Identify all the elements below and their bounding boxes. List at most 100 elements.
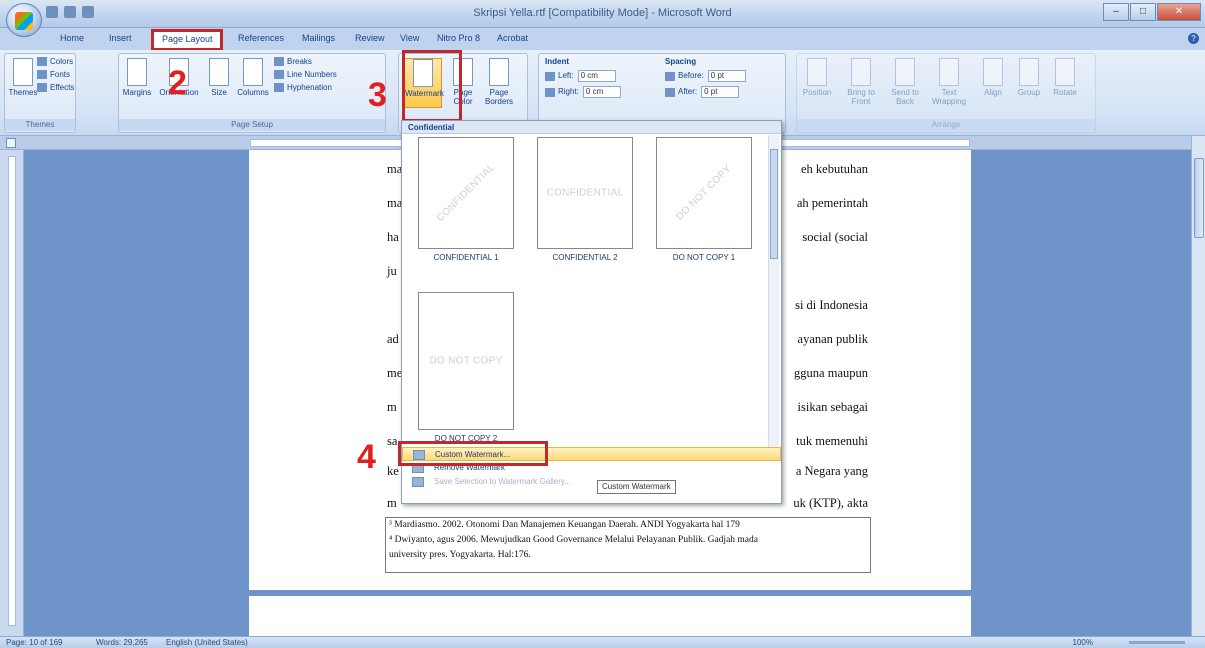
page-borders-icon xyxy=(489,58,509,86)
gallery-scroll-thumb[interactable] xyxy=(770,149,778,259)
doc-line-left: ke xyxy=(387,464,399,478)
help-icon[interactable]: ? xyxy=(1188,33,1199,44)
tab-review[interactable]: Review xyxy=(355,33,385,43)
doc-line-right: tuk memenuhi xyxy=(796,434,868,448)
columns-icon xyxy=(243,58,263,86)
tab-insert[interactable]: Insert xyxy=(109,33,132,43)
position-button[interactable]: Position xyxy=(801,58,833,97)
footnote-box: ³ Mardiasmo. 2002. Otonomi Dan Manajemen… xyxy=(385,517,871,573)
zoom-level[interactable]: 100% xyxy=(1073,638,1093,647)
spacing-label: Spacing xyxy=(665,57,697,66)
hyphenation-button[interactable]: Hyphenation xyxy=(274,83,332,93)
size-icon xyxy=(209,58,229,86)
office-button[interactable] xyxy=(6,3,42,37)
indent-left-input[interactable]: 0 cm xyxy=(577,70,616,82)
themes-icon xyxy=(13,58,33,86)
send-to-back-button[interactable]: Send to Back xyxy=(885,58,925,106)
doc-line-right: ah pemerintah xyxy=(796,196,868,210)
watermark-do-not-copy-2[interactable]: DO NOT COPY DO NOT COPY 2 xyxy=(407,292,525,443)
position-icon xyxy=(807,58,827,86)
minimize-button[interactable]: – xyxy=(1103,3,1129,21)
footnote-4: ⁴ Dwiyanto, agus 2006. Mewujudkan Good G… xyxy=(389,535,758,545)
spacing-after: After: 0 pt xyxy=(665,86,740,98)
doc-line-right: social (social xyxy=(802,230,868,244)
margins-button[interactable]: Margins xyxy=(121,58,153,97)
colors-icon xyxy=(37,57,47,67)
bring-to-front-icon xyxy=(851,58,871,86)
tab-home[interactable]: Home xyxy=(60,33,84,43)
step-4-label: 4 xyxy=(357,438,376,476)
doc-line-right: si di Indonesia xyxy=(795,298,868,312)
bring-to-front-button[interactable]: Bring to Front xyxy=(841,58,881,106)
spacing-before-input[interactable]: 0 pt xyxy=(707,70,746,82)
watermark-confidential-2[interactable]: CONFIDENTIAL CONFIDENTIAL 2 xyxy=(526,137,644,262)
text-wrapping-icon xyxy=(939,58,959,86)
save-gallery-icon xyxy=(412,477,424,487)
page-count[interactable]: Page: 10 of 169 xyxy=(6,638,63,647)
tab-mailings[interactable]: Mailings xyxy=(302,33,335,43)
gallery-scrollbar[interactable] xyxy=(768,135,779,447)
close-button[interactable]: ✕ xyxy=(1157,3,1201,21)
tab-acrobat[interactable]: Acrobat xyxy=(497,33,528,43)
rotate-button[interactable]: Rotate xyxy=(1049,58,1081,97)
doc-line-left: ju xyxy=(387,264,397,278)
breaks-button[interactable]: Breaks xyxy=(274,57,312,67)
align-icon xyxy=(983,58,1003,86)
watermark-do-not-copy-1[interactable]: DO NOT COPY DO NOT COPY 1 xyxy=(645,137,763,262)
doc-line-left: sa xyxy=(387,434,398,448)
doc-line-left: m xyxy=(387,400,397,414)
window-controls: – □ ✕ xyxy=(1103,3,1201,21)
colors-button[interactable]: Colors xyxy=(37,57,73,67)
indent-left-icon xyxy=(545,71,555,81)
status-bar: Page: 10 of 169 Words: 29,265 English (U… xyxy=(0,636,1205,648)
line-numbers-icon xyxy=(274,70,284,80)
doc-line-left: ha xyxy=(387,230,399,244)
zoom-slider[interactable] xyxy=(1129,641,1185,644)
doc-line-right: a Negara yang xyxy=(795,464,868,478)
doc-line-left: ma xyxy=(387,162,403,176)
tab-view[interactable]: View xyxy=(400,33,419,43)
footnote-4-cont: university pres. Yogyakarta. Hal:176. xyxy=(389,550,531,560)
rotate-icon xyxy=(1055,58,1075,86)
line-numbers-button[interactable]: Line Numbers xyxy=(274,70,337,80)
spacing-before-icon xyxy=(665,71,675,81)
fonts-icon xyxy=(37,70,47,80)
size-button[interactable]: Size xyxy=(203,58,235,97)
columns-button[interactable]: Columns xyxy=(237,58,269,97)
watermark-confidential-1[interactable]: CONFIDENTIAL CONFIDENTIAL 1 xyxy=(407,137,525,262)
indent-right-input[interactable]: 0 cm xyxy=(582,86,621,98)
indent-label: Indent xyxy=(545,57,569,66)
indent-left: Left: 0 cm xyxy=(545,70,616,82)
scroll-thumb[interactable] xyxy=(1194,158,1204,238)
themes-button[interactable]: Themes xyxy=(7,58,39,97)
group-button[interactable]: Group xyxy=(1013,58,1045,97)
align-button[interactable]: Align xyxy=(977,58,1009,97)
spacing-after-icon xyxy=(665,87,675,97)
tab-nitro-pro[interactable]: Nitro Pro 8 xyxy=(437,33,480,43)
text-wrapping-button[interactable]: Text Wrapping xyxy=(929,58,969,106)
next-page[interactable] xyxy=(249,596,971,636)
effects-button[interactable]: Effects xyxy=(37,83,74,93)
office-logo-icon xyxy=(15,12,33,30)
custom-watermark-highlight xyxy=(398,441,548,466)
doc-line-right: gguna maupun xyxy=(794,366,868,380)
arrange-group: Position Bring to Front Send to Back Tex… xyxy=(796,53,1096,133)
step-3-label: 3 xyxy=(368,76,387,114)
vertical-ruler[interactable] xyxy=(0,150,24,636)
group-icon xyxy=(1019,58,1039,86)
doc-line-left: me xyxy=(387,366,403,380)
tab-references[interactable]: References xyxy=(238,33,284,43)
language[interactable]: English (United States) xyxy=(166,638,248,647)
fonts-button[interactable]: Fonts xyxy=(37,70,70,80)
page-borders-button[interactable]: Page Borders xyxy=(483,58,515,106)
breaks-icon xyxy=(274,57,284,67)
spacing-after-input[interactable]: 0 pt xyxy=(701,86,740,98)
doc-line-left: ad xyxy=(387,332,399,346)
maximize-button[interactable]: □ xyxy=(1130,3,1156,21)
word-count[interactable]: Words: 29,265 xyxy=(96,638,148,647)
save-to-gallery-item: Save Selection to Watermark Gallery... xyxy=(402,475,781,489)
vertical-scrollbar[interactable] xyxy=(1191,136,1205,636)
tab-selector-icon[interactable] xyxy=(6,138,16,148)
window-title: Skripsi Yella.rtf [Compatibility Mode] -… xyxy=(473,7,732,19)
page-layout-highlight xyxy=(151,29,223,51)
